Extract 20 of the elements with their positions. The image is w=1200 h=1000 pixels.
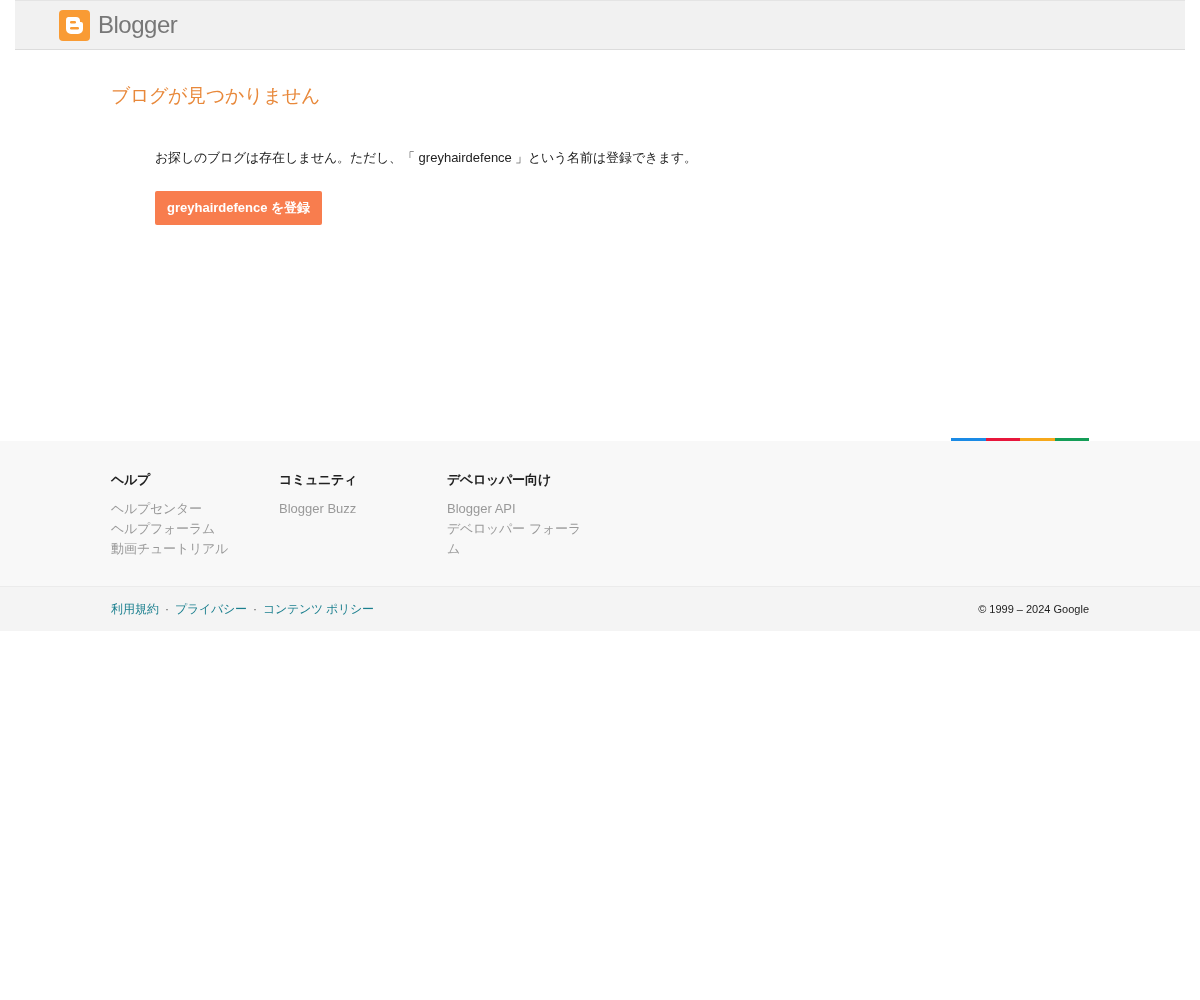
register-button[interactable]: greyhairdefence を登録: [155, 191, 323, 225]
logo-text[interactable]: Blogger: [98, 11, 178, 39]
footer-link[interactable]: Blogger Buzz: [279, 499, 419, 519]
logo-icon: [59, 9, 90, 41]
bottom-link[interactable]: コンテンツ ポリシー: [263, 600, 375, 618]
footer-link[interactable]: 動画チュートリアル: [111, 539, 251, 559]
copyright-text: © 1999 – 2024 Google: [978, 603, 1089, 615]
footer-heading: コミュニティ: [279, 471, 358, 489]
footer-link[interactable]: ヘルプセンター: [111, 499, 251, 519]
separator-dot: ·: [253, 602, 257, 616]
footer-link[interactable]: ヘルプフォーラム: [111, 519, 251, 539]
bottom-link[interactable]: 利用規約: [111, 600, 159, 618]
footer-link[interactable]: Blogger API: [447, 499, 587, 519]
footer-heading: ヘルプ: [111, 471, 152, 489]
footer-heading: デベロッパー向け: [447, 471, 552, 489]
page-title: ブログが見つかりません: [111, 84, 321, 108]
separator-dot: ·: [165, 602, 169, 616]
message-text: お探しのブログは存在しません。ただし、「 greyhairdefence 」という名前は登録できます。: [155, 149, 699, 167]
bottom-link[interactable]: プライバシー: [175, 600, 247, 618]
footer-link[interactable]: デベロッパー フォーラム: [447, 519, 587, 559]
